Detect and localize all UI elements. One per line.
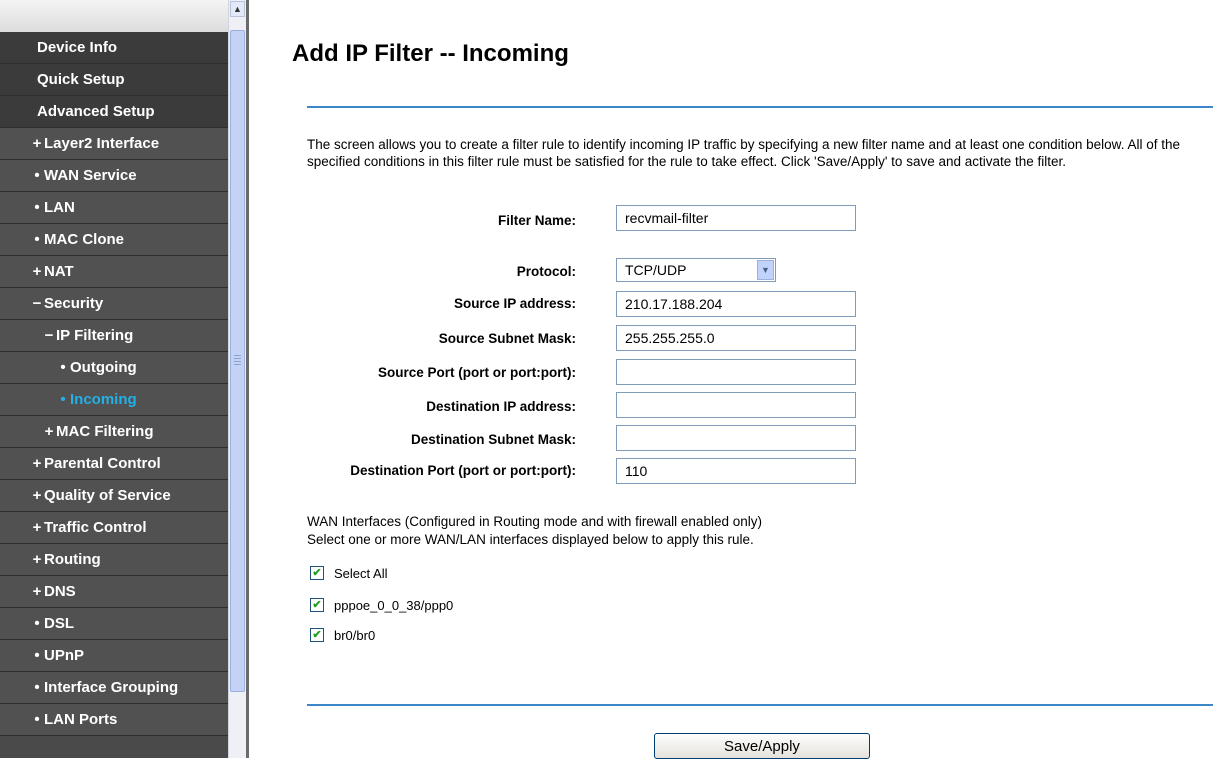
expand-icon: + — [32, 551, 42, 568]
nav-device-info[interactable]: Device Info — [0, 32, 228, 64]
dest-ip-label: Destination IP address: — [426, 399, 576, 414]
main-content: Add IP Filter -- Incoming The screen all… — [249, 0, 1213, 759]
source-mask-input[interactable] — [616, 325, 856, 351]
dest-port-input[interactable] — [616, 458, 856, 484]
expand-icon: + — [32, 455, 42, 472]
expand-icon: + — [32, 519, 42, 536]
nav-interface-grouping[interactable]: • Interface Grouping — [0, 672, 228, 704]
expand-icon: + — [32, 487, 42, 504]
sidebar-header-strip — [0, 0, 228, 32]
nav-mac-filtering[interactable]: + MAC Filtering — [0, 416, 228, 448]
br0-interface-label: br0/br0 — [334, 627, 376, 643]
nav-advanced-setup[interactable]: Advanced Setup — [0, 96, 228, 128]
expand-icon: + — [32, 263, 42, 280]
lan-interface-option[interactable]: ✔ br0/br0 — [310, 626, 375, 644]
nav-quality-of-service[interactable]: + Quality of Service — [0, 480, 228, 512]
bullet-icon: • — [60, 359, 66, 376]
nav-outgoing[interactable]: • Outgoing — [0, 352, 228, 384]
nav-wan-service[interactable]: • WAN Service — [0, 160, 228, 192]
save-apply-button[interactable]: Save/Apply — [654, 733, 870, 759]
bullet-icon: • — [34, 167, 40, 184]
nav-traffic-control[interactable]: + Traffic Control — [0, 512, 228, 544]
nav-parental-control[interactable]: + Parental Control — [0, 448, 228, 480]
dest-mask-input[interactable] — [616, 425, 856, 451]
dest-mask-label: Destination Subnet Mask: — [410, 432, 576, 447]
select-all-checkbox[interactable]: ✔ — [310, 566, 324, 580]
collapse-icon: − — [44, 327, 54, 344]
nav-ip-filtering[interactable]: − IP Filtering — [0, 320, 228, 352]
nav-layer2-interface[interactable]: + Layer2 Interface — [0, 128, 228, 160]
select-all-label: Select All — [334, 565, 388, 581]
pppoe-interface-checkbox[interactable]: ✔ — [310, 598, 324, 612]
bullet-icon: • — [34, 711, 40, 728]
protocol-label: Protocol: — [516, 264, 576, 279]
nav-mac-clone[interactable]: • MAC Clone — [0, 224, 228, 256]
footer-divider — [307, 704, 1213, 706]
filter-name-input[interactable] — [616, 205, 856, 231]
source-mask-label: Source Subnet Mask: — [438, 331, 576, 346]
nav-quick-setup[interactable]: Quick Setup — [0, 64, 228, 96]
br0-interface-checkbox[interactable]: ✔ — [310, 628, 324, 642]
expand-icon: + — [32, 135, 42, 152]
pppoe-interface-label: pppoe_0_0_38/ppp0 — [334, 597, 454, 613]
wan-interfaces-note: Select one or more WAN/LAN interfaces di… — [307, 532, 754, 547]
nav-lan-ports[interactable]: • LAN Ports — [0, 704, 228, 736]
nav-incoming[interactable]: • Incoming — [0, 384, 228, 416]
protocol-select[interactable]: TCP/UDP ▼ — [616, 258, 776, 282]
bullet-icon: • — [34, 231, 40, 248]
nav-nat[interactable]: + NAT — [0, 256, 228, 288]
protocol-selected-value: TCP/UDP — [625, 262, 687, 278]
expand-icon: + — [44, 423, 54, 440]
page-description: The screen allows you to create a filter… — [307, 137, 1180, 169]
wan-interfaces-title: WAN Interfaces (Configured in Routing mo… — [307, 514, 762, 529]
collapse-icon: − — [32, 295, 42, 312]
bullet-icon: • — [34, 679, 40, 696]
source-port-input[interactable] — [616, 359, 856, 385]
page-title: Add IP Filter -- Incoming — [292, 40, 569, 67]
select-all-option[interactable]: ✔ Select All — [310, 564, 387, 582]
filter-name-label: Filter Name: — [497, 213, 576, 228]
dest-port-label: Destination Port (port or port:port): — [350, 463, 576, 478]
dest-ip-input[interactable] — [616, 392, 856, 418]
nav-dsl[interactable]: • DSL — [0, 608, 228, 640]
scrollbar-grip-icon — [234, 355, 241, 365]
chevron-down-icon[interactable]: ▼ — [757, 260, 774, 280]
scrollbar-thumb[interactable] — [230, 30, 245, 692]
sidebar-scrollbar[interactable]: ▲ — [228, 0, 246, 758]
expand-icon: + — [32, 583, 42, 600]
wan-interface-option[interactable]: ✔ pppoe_0_0_38/ppp0 — [310, 596, 453, 614]
nav-security[interactable]: − Security — [0, 288, 228, 320]
title-divider — [307, 106, 1213, 108]
nav-lan[interactable]: • LAN — [0, 192, 228, 224]
nav-upnp[interactable]: • UPnP — [0, 640, 228, 672]
scroll-up-arrow-icon[interactable]: ▲ — [230, 1, 245, 17]
bullet-icon: • — [60, 391, 66, 408]
source-ip-input[interactable] — [616, 291, 856, 317]
bullet-icon: • — [34, 647, 40, 664]
nav-dns[interactable]: + DNS — [0, 576, 228, 608]
sidebar-nav: Device Info Quick Setup Advanced Setup +… — [0, 0, 228, 758]
nav-routing[interactable]: + Routing — [0, 544, 228, 576]
source-port-label: Source Port (port or port:port): — [378, 365, 576, 380]
source-ip-label: Source IP address: — [453, 296, 576, 311]
bullet-icon: • — [34, 199, 40, 216]
bullet-icon: • — [34, 615, 40, 632]
